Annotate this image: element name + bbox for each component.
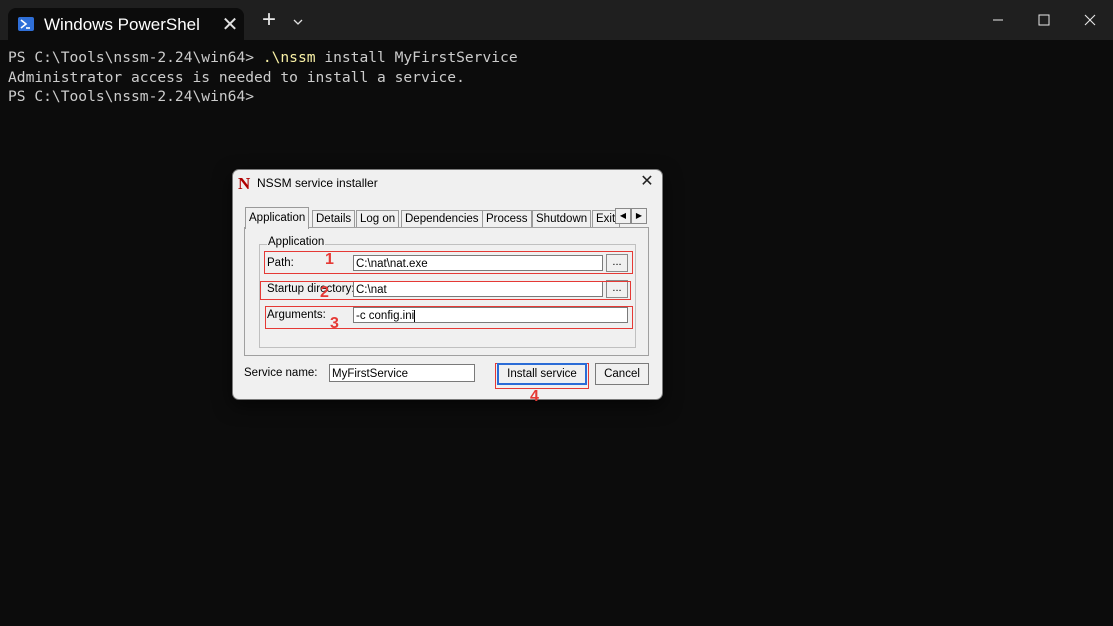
arguments-value: -c config.ini	[356, 310, 415, 322]
powershell-icon	[18, 17, 34, 31]
tab-close-icon[interactable]: ✕	[220, 12, 240, 37]
tab-dependencies[interactable]: Dependencies	[401, 210, 483, 228]
terminal-command: .\nssm	[262, 49, 316, 66]
cancel-button[interactable]: Cancel	[595, 363, 649, 385]
install-service-button[interactable]: Install service	[497, 363, 587, 385]
tab-process[interactable]: Process	[482, 210, 532, 228]
tab-powershell[interactable]: Windows PowerShel ✕	[8, 8, 244, 40]
startup-browse-button[interactable]: ...	[606, 280, 628, 298]
tab-log-on[interactable]: Log on	[356, 210, 400, 228]
text-caret	[414, 309, 416, 322]
terminal-prompt: PS C:\Tools\nssm-2.24\win64>	[8, 49, 263, 66]
tab-shutdown[interactable]: Shutdown	[532, 210, 592, 228]
annotation-number-4: 4	[530, 388, 539, 405]
window-close-icon[interactable]	[1067, 0, 1113, 40]
tab-title: Windows PowerShel	[44, 15, 200, 34]
nssm-logo-icon: N	[238, 174, 251, 193]
annotation-number-2: 2	[320, 284, 329, 301]
arguments-input[interactable]: -c config.ini	[353, 307, 628, 323]
service-name-input[interactable]: MyFirstService	[329, 364, 475, 382]
minimize-icon[interactable]	[975, 0, 1021, 40]
startup-directory-label: Startup directory:	[267, 283, 355, 295]
new-tab-button[interactable]: +	[256, 8, 282, 34]
path-input[interactable]: C:\nat\nat.exe	[353, 255, 603, 271]
dialog-title: NSSM service installer	[257, 176, 378, 190]
tab-application[interactable]: Application	[245, 207, 310, 229]
annotation-number-3: 3	[330, 315, 339, 332]
terminal-output[interactable]: PS C:\Tools\nssm-2.24\win64> .\nssm inst…	[8, 48, 518, 107]
terminal-title-bar: Windows PowerShel ✕ +	[0, 0, 1113, 40]
maximize-icon[interactable]	[1021, 0, 1067, 40]
path-browse-button[interactable]: ...	[606, 254, 628, 272]
nssm-dialog: N NSSM service installer ✕ Application D…	[232, 169, 663, 405]
tab-dropdown-chevron-icon[interactable]	[288, 10, 308, 34]
tab-scroll-right-icon[interactable]: ▶	[631, 208, 647, 224]
tab-details[interactable]: Details	[312, 210, 356, 228]
annotation-number-1: 1	[325, 251, 334, 268]
application-group-label: Application	[267, 236, 326, 248]
dialog-close-icon[interactable]: ✕	[638, 173, 656, 191]
arguments-label: Arguments:	[267, 309, 326, 321]
tab-scroll-arrows: ◀ ▶	[615, 208, 647, 224]
startup-directory-input[interactable]: C:\nat	[353, 281, 603, 297]
path-label: Path:	[267, 257, 294, 269]
terminal-prompt-current: PS C:\Tools\nssm-2.24\win64>	[8, 88, 255, 105]
terminal-message: Administrator access is needed to instal…	[8, 68, 465, 86]
terminal-command-args: install MyFirstService	[315, 49, 518, 66]
service-name-label: Service name:	[244, 367, 318, 379]
tab-scroll-left-icon[interactable]: ◀	[615, 208, 631, 224]
